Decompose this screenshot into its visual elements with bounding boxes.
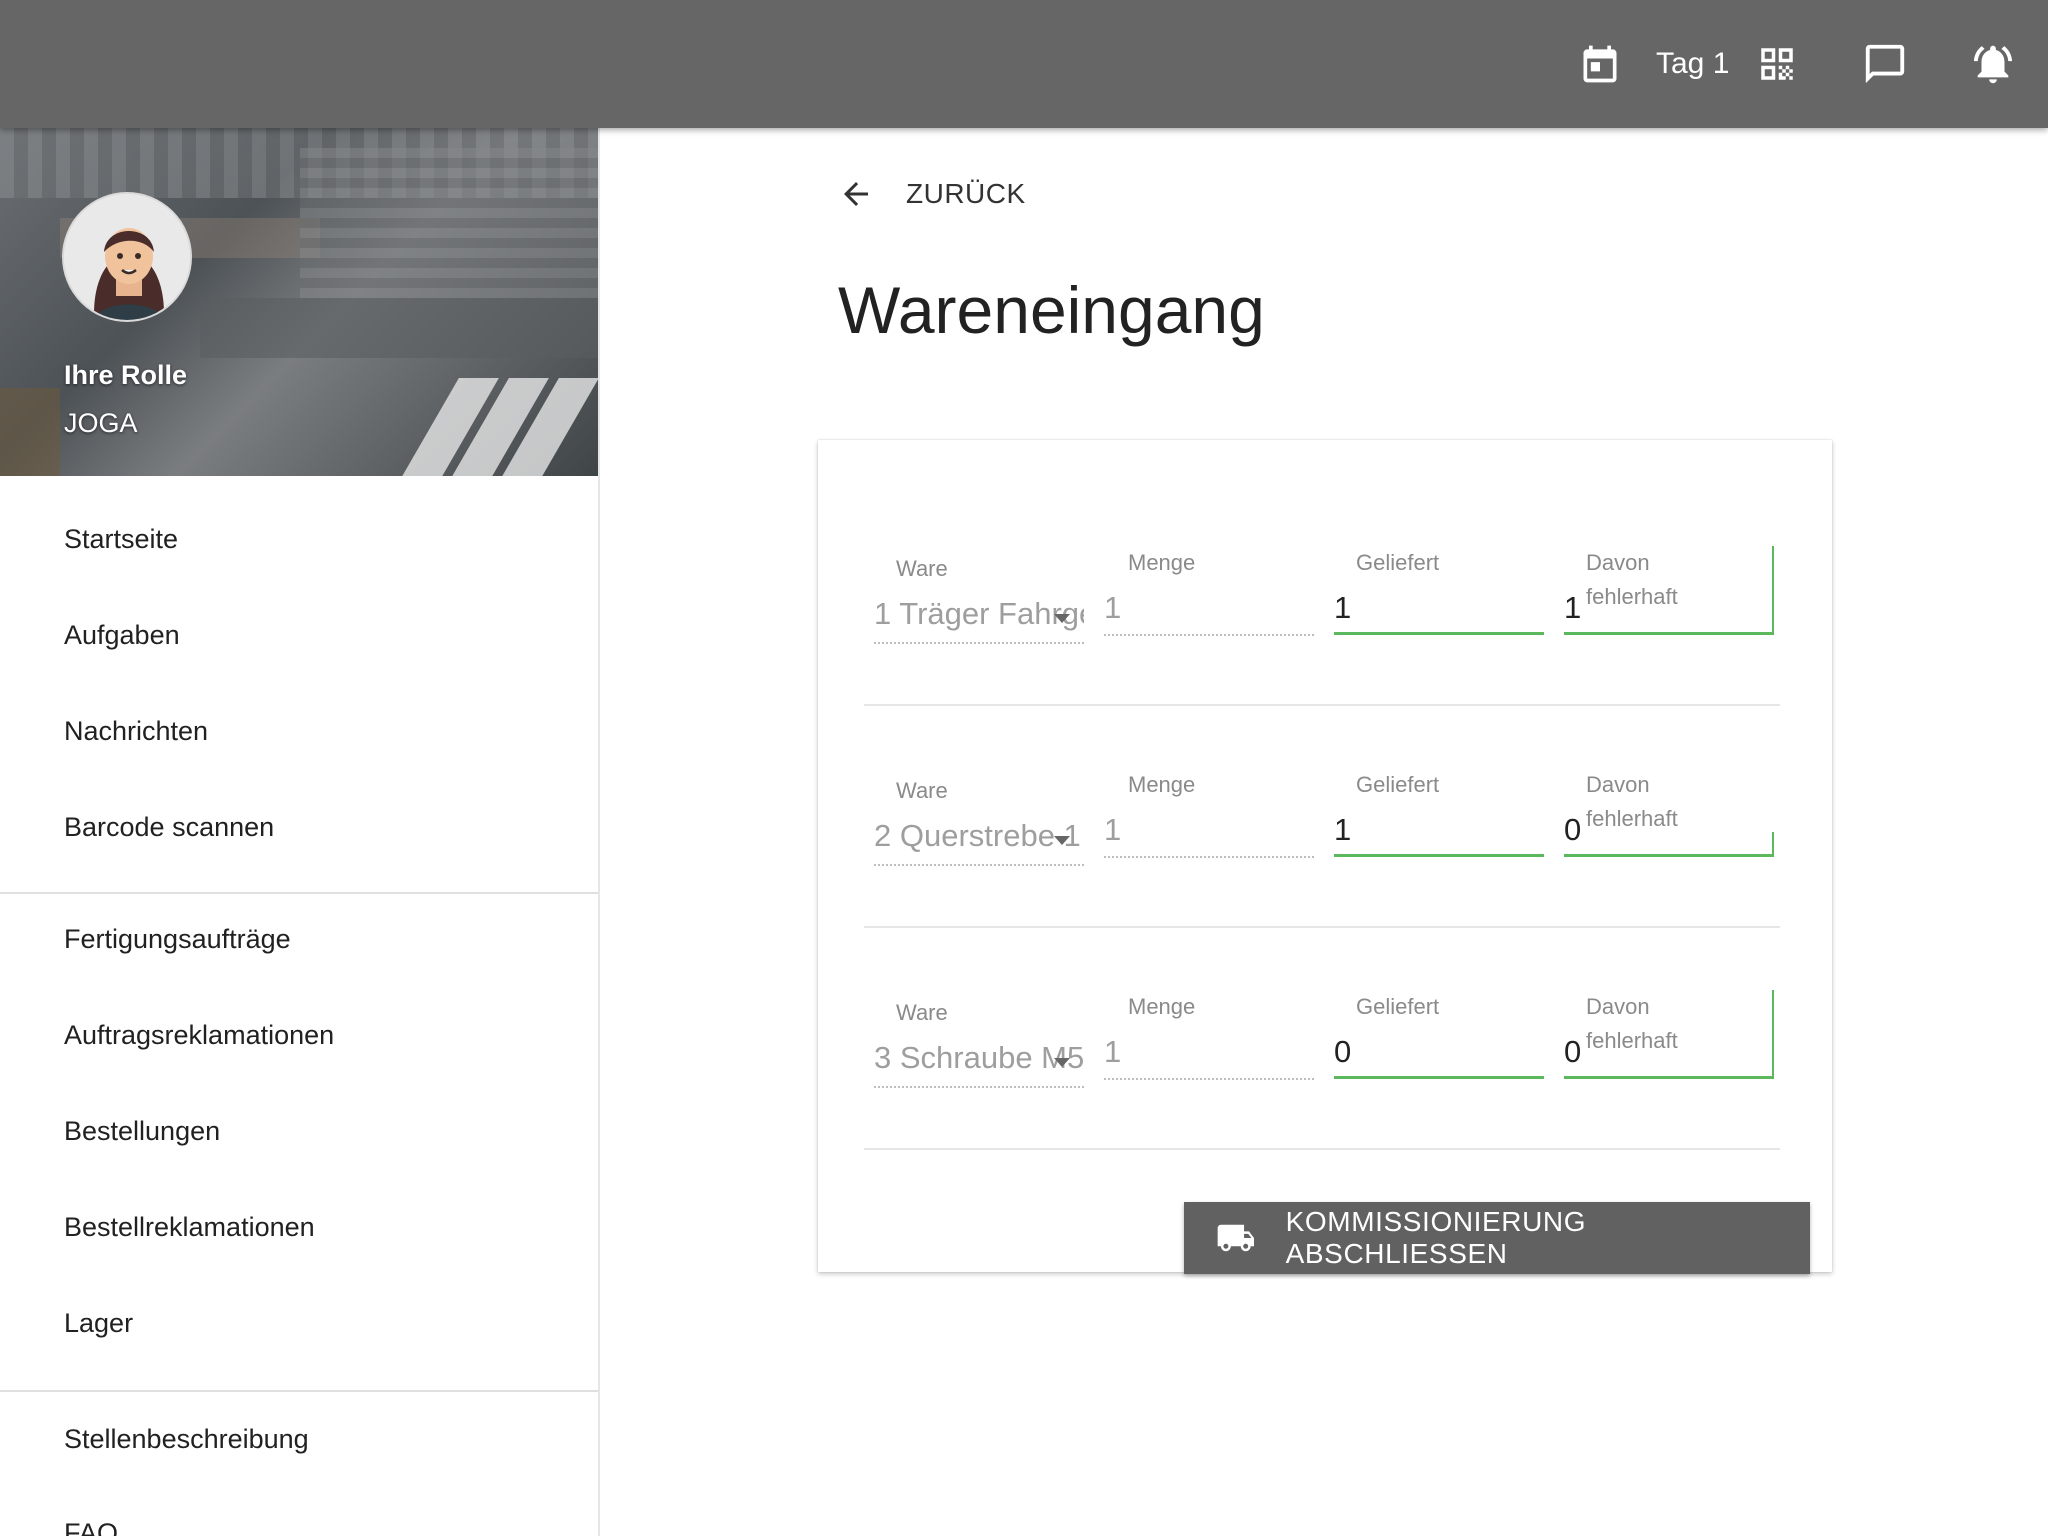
geliefert-label: Geliefert [1356, 994, 1440, 1019]
fehlerhaft-label: fehlerhaft [1586, 584, 1678, 609]
menge-label: Menge [1128, 994, 1196, 1019]
arrow-back-icon [844, 182, 868, 206]
ware-select[interactable]: 3 Schraube M5 [874, 1040, 1084, 1076]
table-row: Ware 3 Schraube M5 Menge 1 Geliefert 0 D… [864, 928, 1780, 1150]
nav-divider [0, 1390, 598, 1392]
truck-icon [1217, 1224, 1254, 1252]
nav-item-fertigungsauftraege[interactable]: Fertigungsaufträge [64, 924, 291, 955]
nav-item-bestellreklamationen[interactable]: Bestellreklamationen [64, 1212, 315, 1243]
geliefert-label: Geliefert [1356, 772, 1440, 797]
ware-underline [874, 864, 1084, 866]
dropdown-caret-icon [1054, 836, 1070, 845]
nav-item-startseite[interactable]: Startseite [64, 524, 178, 555]
nav-item-auftragsreklamationen[interactable]: Auftragsreklamationen [64, 1020, 334, 1051]
dropdown-caret-icon [1054, 1058, 1070, 1067]
app-header: Tag 1 [0, 0, 2048, 128]
nav-divider [0, 892, 598, 894]
fehlerhaft-input[interactable]: 0 [1564, 812, 1581, 848]
table-row: Ware 2 Querstrebe 1 Menge 1 Geliefert 1 … [864, 706, 1780, 928]
qr-code-icon[interactable] [1756, 0, 1798, 128]
ware-underline [874, 642, 1084, 644]
davon-label: Davon [1586, 772, 1650, 797]
dropdown-caret-icon [1054, 614, 1070, 623]
nav-item-nachrichten[interactable]: Nachrichten [64, 716, 208, 747]
fehlerhaft-underline [1564, 632, 1774, 635]
davon-label: Davon [1586, 994, 1650, 1019]
fehlerhaft-input[interactable]: 1 [1564, 590, 1581, 626]
ware-select[interactable]: 2 Querstrebe 1 [874, 818, 1084, 854]
fehlerhaft-underline [1564, 854, 1774, 857]
menge-underline [1104, 634, 1314, 636]
fehlerhaft-border [1772, 832, 1774, 856]
davon-label: Davon [1586, 550, 1650, 575]
back-button[interactable]: ZURÜCK [838, 172, 1026, 216]
fehlerhaft-label: fehlerhaft [1586, 1028, 1678, 1053]
ware-select[interactable]: 1 Träger Fahrge [874, 596, 1084, 632]
ware-label: Ware [896, 778, 948, 803]
geliefert-input[interactable]: 0 [1334, 1034, 1351, 1070]
menge-field: 1 [1104, 812, 1122, 847]
user-avatar [62, 192, 192, 322]
fehlerhaft-border [1772, 546, 1774, 634]
back-label: ZURÜCK [906, 178, 1026, 209]
ware-label: Ware [896, 556, 948, 581]
sidebar: Ihre Rolle JOGA Startseite Aufgaben Nach… [0, 128, 600, 1536]
fehlerhaft-border [1772, 990, 1774, 1078]
finish-picking-button[interactable]: KOMMISSIONIERUNG ABSCHLIESSEN [1184, 1202, 1810, 1274]
geliefert-input[interactable]: 1 [1334, 590, 1351, 626]
menge-label: Menge [1128, 772, 1196, 797]
fehlerhaft-underline [1564, 1076, 1774, 1079]
nav-item-stellenbeschreibung[interactable]: Stellenbeschreibung [64, 1424, 309, 1455]
geliefert-underline [1334, 1076, 1544, 1079]
nav-item-aufgaben[interactable]: Aufgaben [64, 620, 180, 651]
geliefert-underline [1334, 854, 1544, 857]
role-value: JOGA [64, 408, 138, 438]
nav-item-barcode-scannen[interactable]: Barcode scannen [64, 812, 274, 843]
nav-item-faq[interactable]: FAQ [64, 1518, 118, 1536]
finish-picking-label: KOMMISSIONIERUNG ABSCHLIESSEN [1285, 1206, 1587, 1269]
ware-underline [874, 1086, 1084, 1088]
table-row: Ware 1 Träger Fahrge Menge 1 Geliefert 1… [864, 484, 1780, 706]
role-label: Ihre Rolle [64, 360, 188, 390]
geliefert-underline [1334, 632, 1544, 635]
calendar-icon[interactable] [1578, 0, 1622, 128]
goods-receipt-card: Ware 1 Träger Fahrge Menge 1 Geliefert 1… [818, 440, 1832, 1272]
geliefert-input[interactable]: 1 [1334, 812, 1351, 848]
fehlerhaft-input[interactable]: 0 [1564, 1034, 1581, 1070]
ware-label: Ware [896, 1000, 948, 1025]
menge-label: Menge [1128, 550, 1196, 575]
day-indicator: Tag 1 [1656, 47, 1730, 80]
alarm-bell-icon[interactable] [1970, 0, 2016, 128]
message-icon[interactable] [1862, 0, 1908, 128]
page-title: Wareneingang [838, 273, 1265, 347]
menge-field: 1 [1104, 1034, 1122, 1069]
sidebar-hero-image: Ihre Rolle JOGA [0, 128, 598, 476]
menge-underline [1104, 1078, 1314, 1080]
fehlerhaft-label: fehlerhaft [1586, 806, 1678, 831]
menge-field: 1 [1104, 590, 1122, 625]
nav-item-lager[interactable]: Lager [64, 1308, 133, 1339]
geliefert-label: Geliefert [1356, 550, 1440, 575]
menge-underline [1104, 856, 1314, 858]
nav-item-bestellungen[interactable]: Bestellungen [64, 1116, 220, 1147]
